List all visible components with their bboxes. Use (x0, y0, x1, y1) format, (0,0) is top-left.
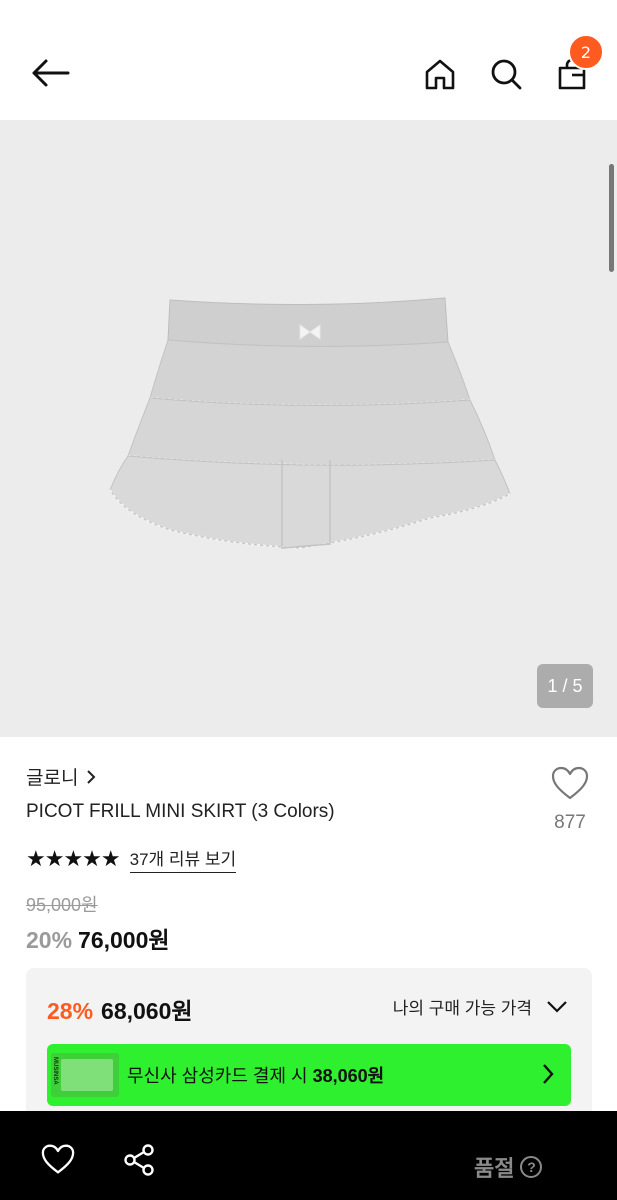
benefit-box: 28% 68,060원 나의 구매 가능 가격 MUSINSA 무신사 삼성카드… (26, 968, 592, 1128)
back-arrow-icon (32, 59, 70, 87)
image-counter: 1 / 5 (537, 664, 593, 708)
share-icon (124, 1144, 154, 1176)
soldout-label: 품절 (474, 1156, 515, 1181)
max-discount-rate: 28% (47, 998, 94, 1024)
product-image-gallery[interactable]: 1 / 5 (0, 120, 617, 737)
home-icon (425, 59, 455, 90)
discount-rate: 20% (26, 927, 73, 953)
home-button[interactable] (418, 52, 462, 96)
my-price-row: 28% 68,060원 (47, 992, 193, 1026)
heart-icon (41, 1144, 75, 1174)
card-thumbnail: MUSINSA (51, 1053, 119, 1097)
product-title: PICOT FRILL MINI SKIRT (3 Colors) (26, 801, 335, 822)
brand-link[interactable]: 글로니 (26, 763, 96, 790)
sale-price: 76,000원 (78, 927, 170, 953)
heart-icon (551, 766, 589, 800)
brand-name: 글로니 (26, 768, 79, 789)
my-price-label: 나의 구매 가능 가격 (392, 999, 532, 1018)
card-promo-prefix: 무신사 삼성카드 결제 시 (127, 1066, 313, 1086)
cart-count-badge: 2 (568, 34, 604, 70)
price-row: 20% 76,000원 (26, 921, 170, 955)
like-count: 877 (554, 812, 586, 833)
chevron-down-icon (547, 1000, 567, 1013)
original-price: 95,000원 (26, 895, 98, 915)
card-promo-text: 무신사 삼성카드 결제 시 38,060원 (127, 1062, 384, 1088)
star-rating: ★★★★★ (26, 846, 121, 872)
card-thumb-text: MUSINSA (52, 1057, 58, 1085)
search-icon (491, 59, 522, 90)
product-image-skirt (109, 297, 511, 550)
search-button[interactable] (484, 52, 528, 96)
chevron-right-icon (87, 769, 96, 784)
rating-row: ★★★★★ 37개 리뷰 보기 (26, 845, 237, 873)
back-button[interactable] (26, 52, 74, 94)
my-price-toggle[interactable]: 나의 구매 가능 가격 (393, 994, 568, 1019)
top-bar: 2 (0, 0, 617, 120)
like-button[interactable]: 877 (546, 765, 594, 834)
soldout-indicator: 품절 ? (474, 1151, 543, 1183)
gallery-scrollbar[interactable] (609, 164, 614, 272)
share-button[interactable] (122, 1143, 156, 1182)
help-icon[interactable]: ? (520, 1156, 543, 1178)
card-promo-price: 38,060원 (312, 1066, 385, 1086)
card-promo-banner[interactable]: MUSINSA 무신사 삼성카드 결제 시 38,060원 (47, 1044, 571, 1106)
chevron-right-icon (543, 1064, 554, 1084)
bottom-like-button[interactable] (40, 1143, 76, 1180)
bottom-action-bar: 품절 ? (0, 1111, 617, 1200)
max-benefit-price: 68,060원 (101, 998, 193, 1024)
review-link[interactable]: 37개 리뷰 보기 (129, 845, 237, 873)
